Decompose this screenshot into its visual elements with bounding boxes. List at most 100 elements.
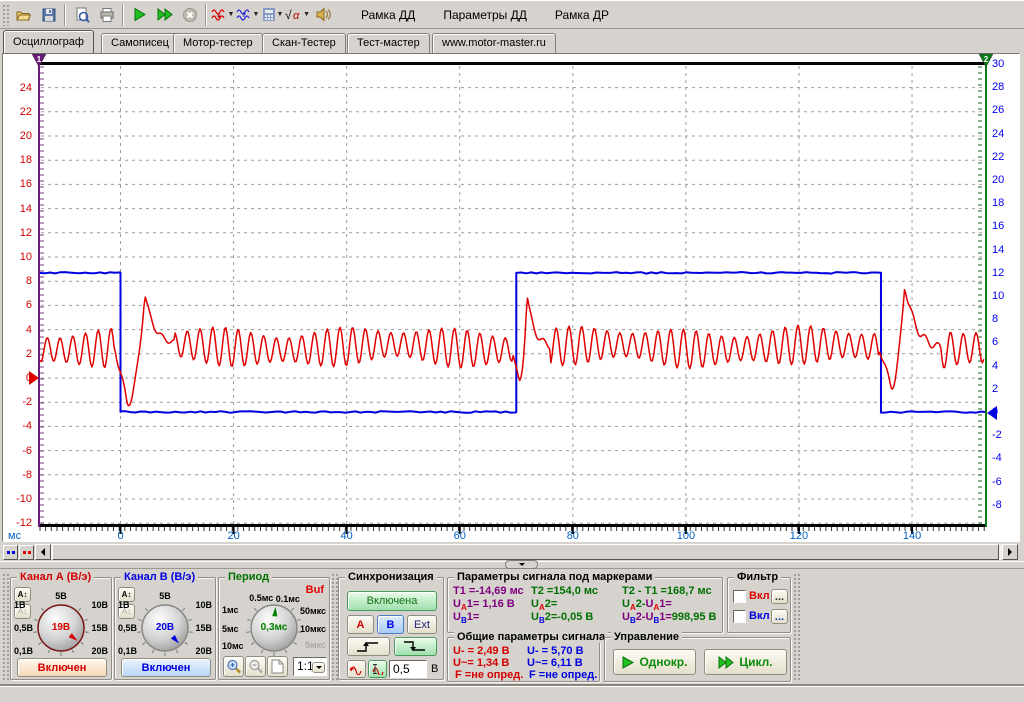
tab-oscillograph[interactable]: Осциллограф	[3, 30, 94, 53]
filter-b-checkbox[interactable]	[733, 610, 746, 623]
tab-motor-tester[interactable]: Мотор-тестер	[173, 33, 263, 53]
period-knob[interactable]: 0.5мс0.1мс1мс50мкс5мс10мкс10мс5мкс0,3мс	[219, 592, 329, 662]
filter-a-checkbox[interactable]	[733, 590, 746, 603]
sync-enabled-button[interactable]: Включена	[347, 591, 437, 611]
sync-mode-level-button[interactable]	[368, 660, 387, 678]
toolbar-grip[interactable]	[2, 4, 9, 26]
channel-b-signal-button[interactable]: ▼	[235, 3, 260, 27]
stop-button[interactable]	[177, 3, 202, 27]
scrollbar-thumb[interactable]	[52, 544, 999, 560]
menu-parametry-dd[interactable]: Параметры ДД	[431, 5, 539, 25]
sync-level-input[interactable]	[389, 660, 427, 678]
panel-grip[interactable]	[793, 573, 800, 681]
zoom-in-button[interactable]	[223, 656, 244, 677]
sync-source-ext-button[interactable]: Ext	[407, 615, 437, 634]
right-axis-tick-label: 2	[992, 383, 998, 395]
knob-value: 0,3мс	[252, 622, 296, 633]
marker-a-button[interactable]	[19, 545, 34, 560]
left-axis-tick-label: -2	[6, 396, 32, 408]
falling-edge-icon	[403, 640, 429, 653]
menu-ramka-dd[interactable]: Рамка ДД	[349, 5, 427, 25]
left-axis-tick-label: -12	[6, 517, 32, 529]
toolbar: ▼ ▼ ▼ √α▼ Рамка ДД Параметры ДД Рамка ДР	[0, 0, 1024, 29]
tab-website[interactable]: www.motor-master.ru	[432, 33, 556, 53]
sync-title: Синхронизация	[345, 571, 437, 583]
status-bar	[0, 686, 1024, 702]
print-button[interactable]	[94, 3, 119, 27]
blank-page-icon	[271, 659, 284, 674]
filter-b-more-button[interactable]: ...	[771, 609, 788, 624]
new-page-button[interactable]	[267, 656, 288, 677]
right-axis-tick-label: 4	[992, 360, 998, 372]
formula-button[interactable]: √α▼	[285, 3, 310, 27]
channel-a-ac-value: U~= 1,34 В	[453, 657, 509, 669]
filter-a-more-button[interactable]: ...	[771, 589, 788, 604]
right-axis-tick-label: 8	[992, 313, 998, 325]
preview-button[interactable]	[69, 3, 94, 27]
left-arrow-icon	[37, 548, 45, 556]
panel-grip[interactable]	[2, 573, 9, 681]
left-axis-tick-label: 20	[6, 130, 32, 142]
printer-icon	[99, 7, 115, 23]
menu-ramka-dr[interactable]: Рамка ДР	[543, 5, 621, 25]
knob-scale-label: 1В	[118, 600, 130, 610]
right-axis-tick-label: 14	[992, 244, 1004, 256]
tab-samopisec[interactable]: Самописец	[101, 33, 179, 53]
svg-text:√: √	[285, 8, 292, 22]
channel-a-dc-value: U- = 2,49 В	[453, 645, 510, 657]
filter-b-label: Вкл	[749, 610, 770, 622]
sync-source-b-button[interactable]: В	[377, 615, 404, 634]
calculator-button[interactable]: ▼	[260, 3, 285, 27]
speaker-icon	[315, 7, 331, 22]
blue-waves-icon	[236, 8, 252, 22]
horizontal-scroll-row	[0, 544, 1024, 561]
filter-a-label: Вкл	[749, 590, 770, 602]
right-axis-tick-label: 18	[992, 197, 1004, 209]
zoom-ratio-dropdown-button[interactable]	[312, 662, 325, 673]
preview-icon	[74, 7, 90, 23]
tab-scan-tester[interactable]: Скан-Тестер	[262, 33, 346, 53]
single-run-button[interactable]: Однокр.	[613, 649, 696, 675]
collapse-panel-button[interactable]	[505, 560, 538, 569]
oscilloscope-plot-area[interactable]	[2, 53, 1020, 542]
save-button[interactable]	[36, 3, 61, 27]
run-cycle-button[interactable]	[152, 3, 177, 27]
sync-mode-wave-button[interactable]	[347, 660, 366, 678]
sync-panel: Синхронизация Включена А В Ext В	[338, 577, 444, 680]
left-axis-tick-label: 24	[6, 82, 32, 94]
channel-b-power-button[interactable]: Включен	[121, 658, 211, 677]
run-once-button[interactable]	[127, 3, 152, 27]
floppy-icon	[41, 7, 57, 23]
open-file-button[interactable]	[11, 3, 36, 27]
channel-b-range-knob[interactable]: 5В10В15В20В1В0,5В0,1В20В	[115, 592, 215, 662]
sync-rising-edge-button[interactable]	[347, 637, 390, 656]
channel-a-signal-button[interactable]: ▼	[210, 3, 235, 27]
marker-b-button[interactable]	[3, 545, 18, 560]
scroll-right-button[interactable]	[1002, 544, 1018, 560]
filter-title: Фильтр	[734, 571, 781, 583]
knob-scale-label: 10мкс	[300, 624, 326, 634]
cycle-run-button[interactable]: Цикл.	[704, 649, 787, 675]
sync-falling-edge-button[interactable]	[394, 637, 437, 656]
knob-scale-label: 5мс	[222, 624, 239, 634]
period-title: Период	[225, 571, 272, 583]
right-axis-tick-label: 26	[992, 104, 1004, 116]
scroll-left-button[interactable]	[35, 544, 51, 560]
channel-a-power-button[interactable]: Включен	[17, 658, 107, 677]
double-play-icon	[156, 7, 174, 22]
channel-a-range-knob[interactable]: 5В10В15В20В1В0,5В0,1В19В	[11, 592, 111, 662]
double-play-icon	[718, 656, 734, 669]
knob-scale-label: 10В	[91, 600, 108, 610]
left-axis-tick-label: 22	[6, 106, 32, 118]
horizontal-scrollbar[interactable]	[35, 544, 1018, 560]
channel-b-title: Канал B (В/э)	[121, 571, 198, 583]
x-axis-tick-label: 80	[558, 530, 588, 542]
sync-source-a-button[interactable]: А	[347, 615, 374, 634]
sqrt-alpha-icon: √α	[285, 7, 302, 22]
dropdown-arrow-icon: ▼	[253, 11, 260, 18]
zoom-out-button[interactable]	[245, 656, 266, 677]
panel-grip[interactable]	[331, 573, 338, 681]
sound-button[interactable]	[310, 3, 335, 27]
tab-test-master[interactable]: Тест-мастер	[347, 33, 430, 53]
cycle-run-label: Цикл.	[739, 655, 772, 669]
